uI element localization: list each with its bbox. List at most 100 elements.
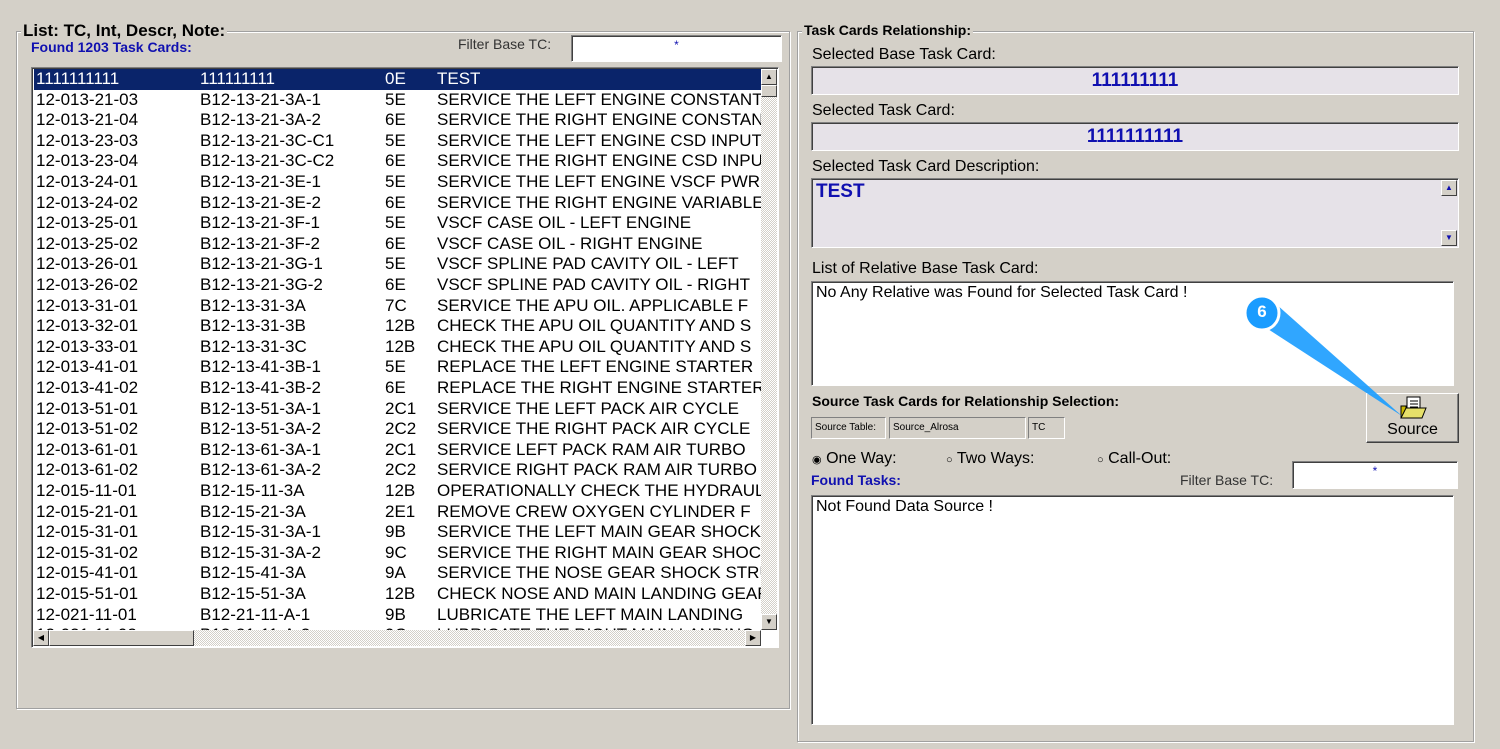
task-card-row[interactable]: 1111111111 111111111 0E TEST (34, 69, 762, 90)
task-card-row[interactable]: 12-015-11-01 B12-15-11-3A 12B OPERATIONALLY… (34, 481, 762, 502)
tc-cell: 12-015-41-01 (36, 563, 139, 583)
desc-scroll-up[interactable]: ▲ (1441, 180, 1457, 196)
horizontal-scroll-thumb[interactable] (49, 630, 194, 646)
interval-cell: 6E (385, 275, 406, 294)
interval-cell: 12B (385, 584, 416, 603)
scroll-thumb[interactable] (761, 85, 777, 97)
description-cell: REPLACE THE RIGHT ENGINE STARTER (437, 378, 762, 397)
tc-cell: 12-013-41-01 (36, 357, 139, 377)
task-card-row[interactable]: 12-013-23-03 B12-13-21-3C-C1 5E SERVICE THE… (34, 131, 762, 152)
task-card-row[interactable]: 12-013-25-01 B12-13-21-3F-1 5E VSCF CASE OI… (34, 213, 762, 234)
task-card-row[interactable]: 12-013-26-02 B12-13-21-3G-2 6E VSCF SPLINE … (34, 275, 762, 296)
annotation-badge: 6 (1257, 302, 1267, 321)
int-cell: B12-13-21-3C-C1 (200, 130, 335, 150)
description-textarea[interactable]: TEST ▲ ▼ (811, 178, 1459, 248)
task-card-row[interactable]: 12-013-61-02 B12-13-61-3A-2 2C2 SERVICE RIG… (34, 460, 762, 481)
vertical-scrollbar[interactable]: ▲ ▼ (761, 69, 777, 630)
scroll-up-button[interactable]: ▲ (761, 69, 777, 85)
int-cell: B12-13-41-3B-2 (200, 378, 321, 397)
interval-cell: 6E (385, 378, 406, 397)
task-card-row[interactable]: 12-013-25-02 B12-13-21-3F-2 6E VSCF CASE OI… (34, 234, 762, 255)
description-cell: SERVICE THE LEFT PACK AIR CYCLE (437, 398, 740, 418)
radio-one-way[interactable]: ◉ One Way: (812, 450, 897, 468)
task-card-row[interactable]: 12-013-51-02 B12-13-51-3A-2 2C2 SERVICE THE… (34, 419, 762, 440)
int-cell: B12-13-41-3B-1 (200, 357, 321, 377)
task-card-row[interactable]: 12-013-32-01 B12-13-31-3B 12B CHECK THE APU… (34, 316, 762, 337)
source-table-label: Source Table: (811, 417, 886, 439)
task-card-row[interactable]: 12-013-51-01 B12-13-51-3A-1 2C1 SERVICE THE… (34, 399, 762, 420)
radio-two-ways[interactable]: ○ Two Ways: (946, 450, 1034, 468)
description-cell: SERVICE THE RIGHT ENGINE CSD INPUT (437, 151, 762, 171)
scroll-down-button[interactable]: ▼ (761, 614, 777, 630)
description-cell: VSCF CASE OIL - RIGHT ENGINE (437, 233, 703, 253)
int-cell: B12-13-21-3G-1 (200, 254, 323, 274)
int-cell: B12-15-51-3A (200, 584, 306, 603)
task-card-row[interactable]: 12-013-31-01 B12-13-31-3A 7C SERVICE THE AP… (34, 296, 762, 317)
source-label: Source Task Cards for Relationship Selec… (812, 393, 1120, 409)
task-card-list[interactable]: 12-021-11-02B12-21-11-A-29CLUBRICATE THE… (31, 67, 779, 648)
radio-call-out[interactable]: ○ Call-Out: (1097, 450, 1171, 468)
tc-cell: 12-013-25-02 (36, 233, 139, 253)
tc-cell: 12-015-51-01 (36, 584, 139, 603)
selected-base-label: Selected Base Task Card: (812, 46, 996, 63)
tc-cell: 12-015-31-01 (36, 522, 139, 542)
interval-cell: 5E (385, 89, 406, 109)
description-cell: SERVICE LEFT PACK RAM AIR TURBO (437, 439, 746, 459)
int-cell: B12-15-11-3A (200, 481, 305, 500)
task-card-row[interactable]: 12-015-51-01 B12-15-51-3A 12B CHECK NOSE AN… (34, 584, 762, 605)
task-card-row[interactable]: 12-015-31-02 B12-15-31-3A-2 9C SERVICE THE … (34, 543, 762, 564)
tc-cell: 12-015-21-01 (36, 501, 139, 521)
task-card-row[interactable]: 12-013-21-04 B12-13-21-3A-2 6E SERVICE THE … (34, 110, 762, 131)
int-cell: B12-21-11-A-1 (200, 604, 311, 624)
task-card-row[interactable]: 12-013-24-01 B12-13-21-3E-1 5E SERVICE THE … (34, 172, 762, 193)
description-label: Selected Task Card Description: (812, 158, 1040, 175)
task-card-row[interactable]: 12-015-41-01 B12-15-41-3A 9A SERVICE THE NO… (34, 563, 762, 584)
description-cell: SERVICE THE RIGHT PACK AIR CYCLE (437, 419, 751, 439)
task-card-row[interactable]: 12-013-23-04 B12-13-21-3C-C2 6E SERVICE THE… (34, 151, 762, 172)
int-cell: B12-15-21-3A (200, 501, 306, 521)
task-card-row[interactable]: 12-013-26-01 B12-13-21-3G-1 5E VSCF SPLINE … (34, 254, 762, 275)
int-cell: B12-15-41-3A (200, 563, 306, 583)
radio-call-out-label: Call-Out: (1108, 450, 1172, 467)
filter-base-tc-label: Filter Base TC: (458, 36, 552, 52)
int-cell: B12-13-21-3G-2 (200, 275, 323, 294)
task-card-row[interactable]: 12-013-21-03 B12-13-21-3A-1 5E SERVICE THE … (34, 90, 762, 111)
selected-tc-value: 1111111111 (811, 122, 1459, 151)
desc-scroll-down[interactable]: ▼ (1441, 230, 1457, 246)
task-card-row[interactable]: 12-013-24-02 B12-13-21-3E-2 6E SERVICE THE … (34, 193, 762, 214)
interval-cell: 5E (385, 357, 406, 377)
interval-cell: 5E (385, 130, 406, 150)
tc-cell: 12-021-11-01 (36, 604, 137, 624)
int-cell: B12-13-51-3A-2 (200, 419, 321, 439)
task-card-row[interactable]: 12-013-33-01 B12-13-31-3C 12B CHECK THE APU… (34, 337, 762, 358)
relative-label: List of Relative Base Task Card: (812, 260, 1039, 277)
horizontal-scrollbar[interactable]: ◀ ▶ (33, 630, 761, 646)
tc-cell: 12-013-31-01 (36, 295, 139, 315)
task-card-row[interactable]: 12-015-21-01 B12-15-21-3A 2E1 REMOVE CREW O… (34, 502, 762, 523)
interval-cell: 5E (385, 213, 406, 233)
description-cell: SERVICE RIGHT PACK RAM AIR TURBO (437, 460, 757, 480)
interval-cell: 0E (385, 69, 406, 88)
found-tasks-list[interactable]: Not Found Data Source ! (811, 495, 1454, 725)
int-cell: B12-13-51-3A-1 (200, 398, 321, 418)
task-card-row[interactable]: 12-013-41-01 B12-13-41-3B-1 5E REPLACE THE … (34, 357, 762, 378)
task-card-row[interactable]: 12-013-61-01 B12-13-61-3A-1 2C1 SERVICE LEF… (34, 440, 762, 461)
int-cell: B12-13-31-3B (200, 316, 306, 336)
int-cell: B12-13-31-3A (200, 295, 306, 315)
task-card-row[interactable]: 12-013-41-02 B12-13-41-3B-2 6E REPLACE THE … (34, 378, 762, 399)
task-card-row[interactable]: 12-015-31-01 B12-15-31-3A-1 9B SERVICE THE … (34, 522, 762, 543)
task-card-row[interactable]: 12-021-11-01 B12-21-11-A-1 9B LUBRICATE THE… (34, 605, 762, 626)
tc-cell: 12-015-11-01 (36, 481, 137, 500)
tc-cell: 12-013-21-03 (36, 89, 139, 109)
description-text: TEST (816, 181, 865, 202)
found-tasks-filter-input[interactable]: * (1292, 461, 1458, 489)
scroll-left-button[interactable]: ◀ (33, 630, 49, 646)
int-cell: B12-13-21-3C-C2 (200, 151, 335, 171)
int-cell: B12-13-21-3A-2 (200, 110, 321, 130)
scroll-right-button[interactable]: ▶ (745, 630, 761, 646)
description-cell: SERVICE THE LEFT MAIN GEAR SHOCK (437, 522, 762, 542)
filter-base-tc-input[interactable]: * (571, 35, 782, 62)
description-cell: VSCF SPLINE PAD CAVITY OIL - LEFT (437, 254, 739, 274)
found-count-label: Found 1203 Task Cards: (31, 39, 192, 55)
interval-cell: 12B (385, 336, 416, 356)
